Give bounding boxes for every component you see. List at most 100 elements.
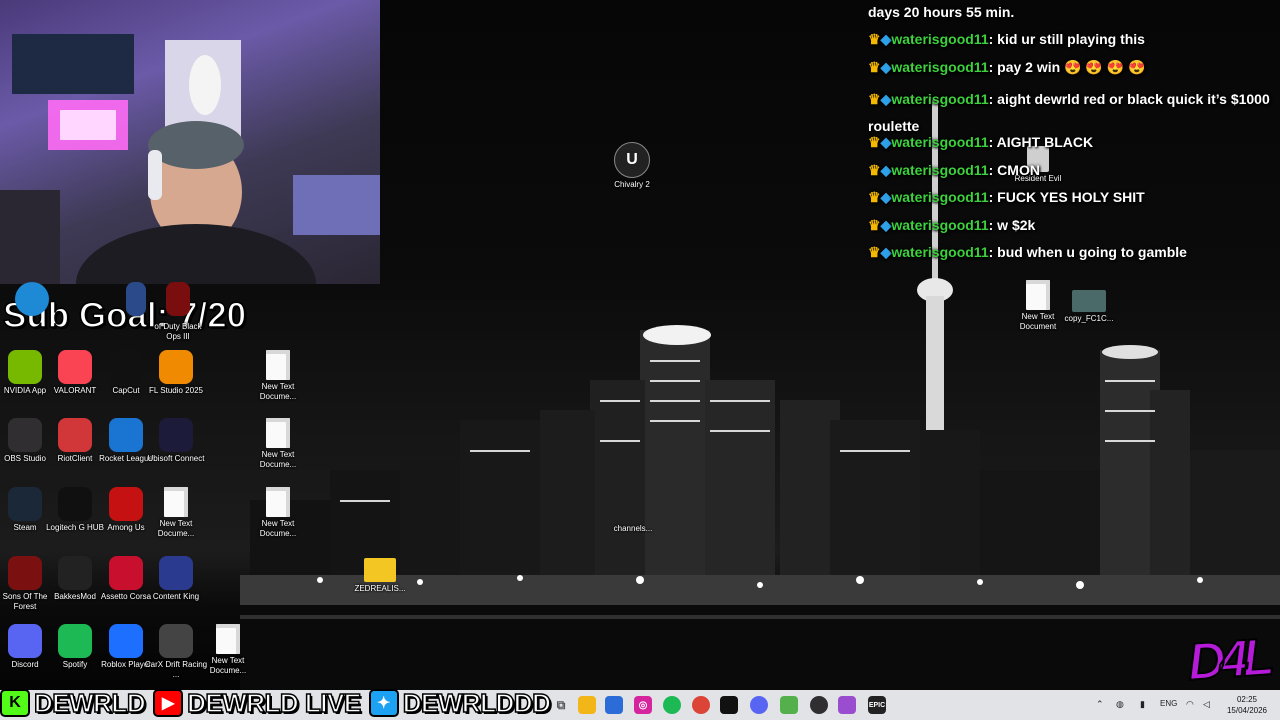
sub-badge-icon: ◆ (880, 134, 892, 150)
unreal-icon: U (614, 142, 650, 178)
desktop-icon-channels[interactable]: channels... (601, 500, 665, 534)
valorant-icon (58, 350, 92, 384)
chat-text: bud when u going to gamble (997, 244, 1187, 260)
kick-handle: DEWRLD (33, 687, 146, 719)
clock-date: 15/04/2026 (1226, 706, 1268, 715)
desktop-icon-text-document[interactable]: New Text Docume... (246, 350, 310, 402)
chat-message: ♛◆waterisgood11: AIGHT BLACK (868, 134, 1280, 151)
microphone-icon[interactable]: ▮ (1140, 699, 1145, 710)
desktop-icon-label: Ubisoft Connect (147, 454, 205, 463)
chat-text: FUCK YES HOLY SHIT (997, 189, 1145, 205)
desktop-icon-text-document[interactable]: New Text Docume... (196, 624, 260, 676)
chat-message: ♛◆waterisgood11: bud when u going to gam… (868, 244, 1280, 261)
desktop-icon-edge[interactable] (0, 282, 64, 316)
discord-icon (8, 624, 42, 658)
crown-badge-icon: ♛ (868, 244, 881, 260)
text-document-icon (266, 487, 290, 517)
desktop-icon-zedrealis-folder[interactable]: ZEDREALIS... (348, 558, 412, 594)
crown-badge-icon: ♛ (868, 91, 881, 107)
desktop-icon-copy-fc1c[interactable]: copy_FC1C... (1057, 290, 1121, 324)
twitter-icon: ✦ (368, 689, 399, 717)
rocket-league-icon (109, 418, 143, 452)
nvidia-icon (8, 350, 42, 384)
epic-games-icon[interactable]: EPIC (868, 696, 886, 714)
sub-badge-icon: ◆ (880, 189, 892, 205)
chat-username[interactable]: waterisgood11 (891, 244, 988, 260)
bakkesmod-icon (58, 556, 92, 590)
desktop-icon-fl-studio[interactable]: FL Studio 2025 (144, 350, 208, 396)
chat-colon: : (988, 244, 998, 260)
instagram-icon[interactable]: ◎ (634, 696, 652, 714)
store-icon[interactable] (605, 696, 623, 714)
sub-badge-icon: ◆ (880, 31, 892, 47)
discord-icon[interactable] (750, 696, 768, 714)
chat-username[interactable]: waterisgood11 (891, 189, 988, 205)
capcut-icon[interactable] (720, 696, 738, 714)
chrome-icon[interactable] (692, 696, 710, 714)
chat-username[interactable]: waterisgood11 (891, 31, 988, 47)
desktop-icon-label: New Text Docume... (259, 450, 297, 469)
youtube-icon: ▶ (153, 689, 184, 717)
xbox-icon[interactable] (780, 696, 798, 714)
crown-badge-icon: ♛ (868, 189, 881, 205)
chat-message: ♛◆waterisgood11: w $2k (868, 217, 1280, 234)
chat-message: ♛◆waterisgood11: CMON (868, 162, 1280, 179)
chat-text: w $2k (997, 217, 1036, 233)
crown-badge-icon: ♛ (868, 217, 881, 233)
desktop-icon-text-document[interactable]: New Text Docume... (246, 418, 310, 470)
chat-text: CMON (997, 162, 1040, 178)
logitech-icon (58, 487, 92, 521)
chat-username[interactable]: waterisgood11 (891, 91, 988, 107)
desktop-icon-label: New Text Docume... (209, 656, 247, 675)
desktop-icon-content-king[interactable]: Content King (144, 556, 208, 602)
tray-overflow-icon[interactable]: ⌃ (1096, 699, 1104, 710)
file-explorer-icon[interactable] (578, 696, 596, 714)
sub-badge-icon: ◆ (880, 59, 892, 75)
text-document-icon (164, 487, 188, 517)
obs-icon[interactable] (810, 696, 828, 714)
crown-badge-icon: ♛ (868, 59, 881, 75)
fl-studio-icon (159, 350, 193, 384)
content-king-icon (159, 556, 193, 590)
taskbar-clock[interactable]: 02:25 15/04/2026 (1222, 694, 1272, 716)
d4l-logo: D4L (1185, 627, 1271, 692)
volume-icon[interactable]: ◁ (1203, 699, 1210, 710)
kick-icon: K (0, 689, 30, 717)
desktop-icon-text-document[interactable]: New Text Docume... (144, 487, 208, 539)
chat-colon: : (988, 134, 997, 150)
assetto-corsa-icon (109, 556, 143, 590)
sub-badge-icon: ◆ (880, 244, 892, 260)
chat-line-partial: days 20 hours 55 min. (868, 4, 1015, 20)
chat-colon: : (988, 189, 998, 205)
desktop-icon-label: Content King (152, 592, 200, 601)
desktop-icon-black-ops[interactable]: of Duty Black Ops III (146, 282, 210, 342)
youtube-handle: DEWRLD LIVE (186, 687, 362, 719)
twitter-handle: DEWRLDDD (402, 687, 552, 719)
chat-colon: : (988, 91, 998, 107)
twitch-icon[interactable] (838, 696, 856, 714)
sons-forest-icon (8, 556, 42, 590)
desktop-icon-ubisoft[interactable]: Ubisoft Connect (144, 418, 208, 464)
language-indicator[interactable]: ENG (1160, 699, 1177, 708)
spotify-icon (58, 624, 92, 658)
desktop-icon-chivalry-2[interactable]: U Chivalry 2 (600, 142, 664, 190)
spotify-icon[interactable] (663, 696, 681, 714)
network-icon[interactable]: ◍ (1116, 699, 1124, 710)
carx-icon (159, 624, 193, 658)
file-icon (616, 500, 650, 522)
chat-username[interactable]: waterisgood11 (891, 134, 988, 150)
riot-icon (58, 418, 92, 452)
text-document-icon (216, 624, 240, 654)
folder-icon (364, 558, 396, 582)
chat-username[interactable]: waterisgood11 (891, 162, 988, 178)
chat-username[interactable]: waterisgood11 (891, 59, 988, 75)
chat-message: ♛◆waterisgood11: FUCK YES HOLY SHIT (868, 189, 1280, 206)
wifi-icon[interactable]: ◠ (1186, 699, 1194, 710)
chat-username[interactable]: waterisgood11 (891, 217, 988, 233)
chat-message: ♛◆waterisgood11: aight dewrld red or bla… (868, 86, 1280, 140)
chat-text: kid ur still playing this (997, 31, 1145, 47)
obs-icon (8, 418, 42, 452)
crown-badge-icon: ♛ (868, 162, 881, 178)
socials-banner: K DEWRLD ▶ DEWRLD LIVE ✦ DEWRLDDD (0, 686, 560, 720)
desktop-icon-text-document[interactable]: New Text Docume... (246, 487, 310, 539)
